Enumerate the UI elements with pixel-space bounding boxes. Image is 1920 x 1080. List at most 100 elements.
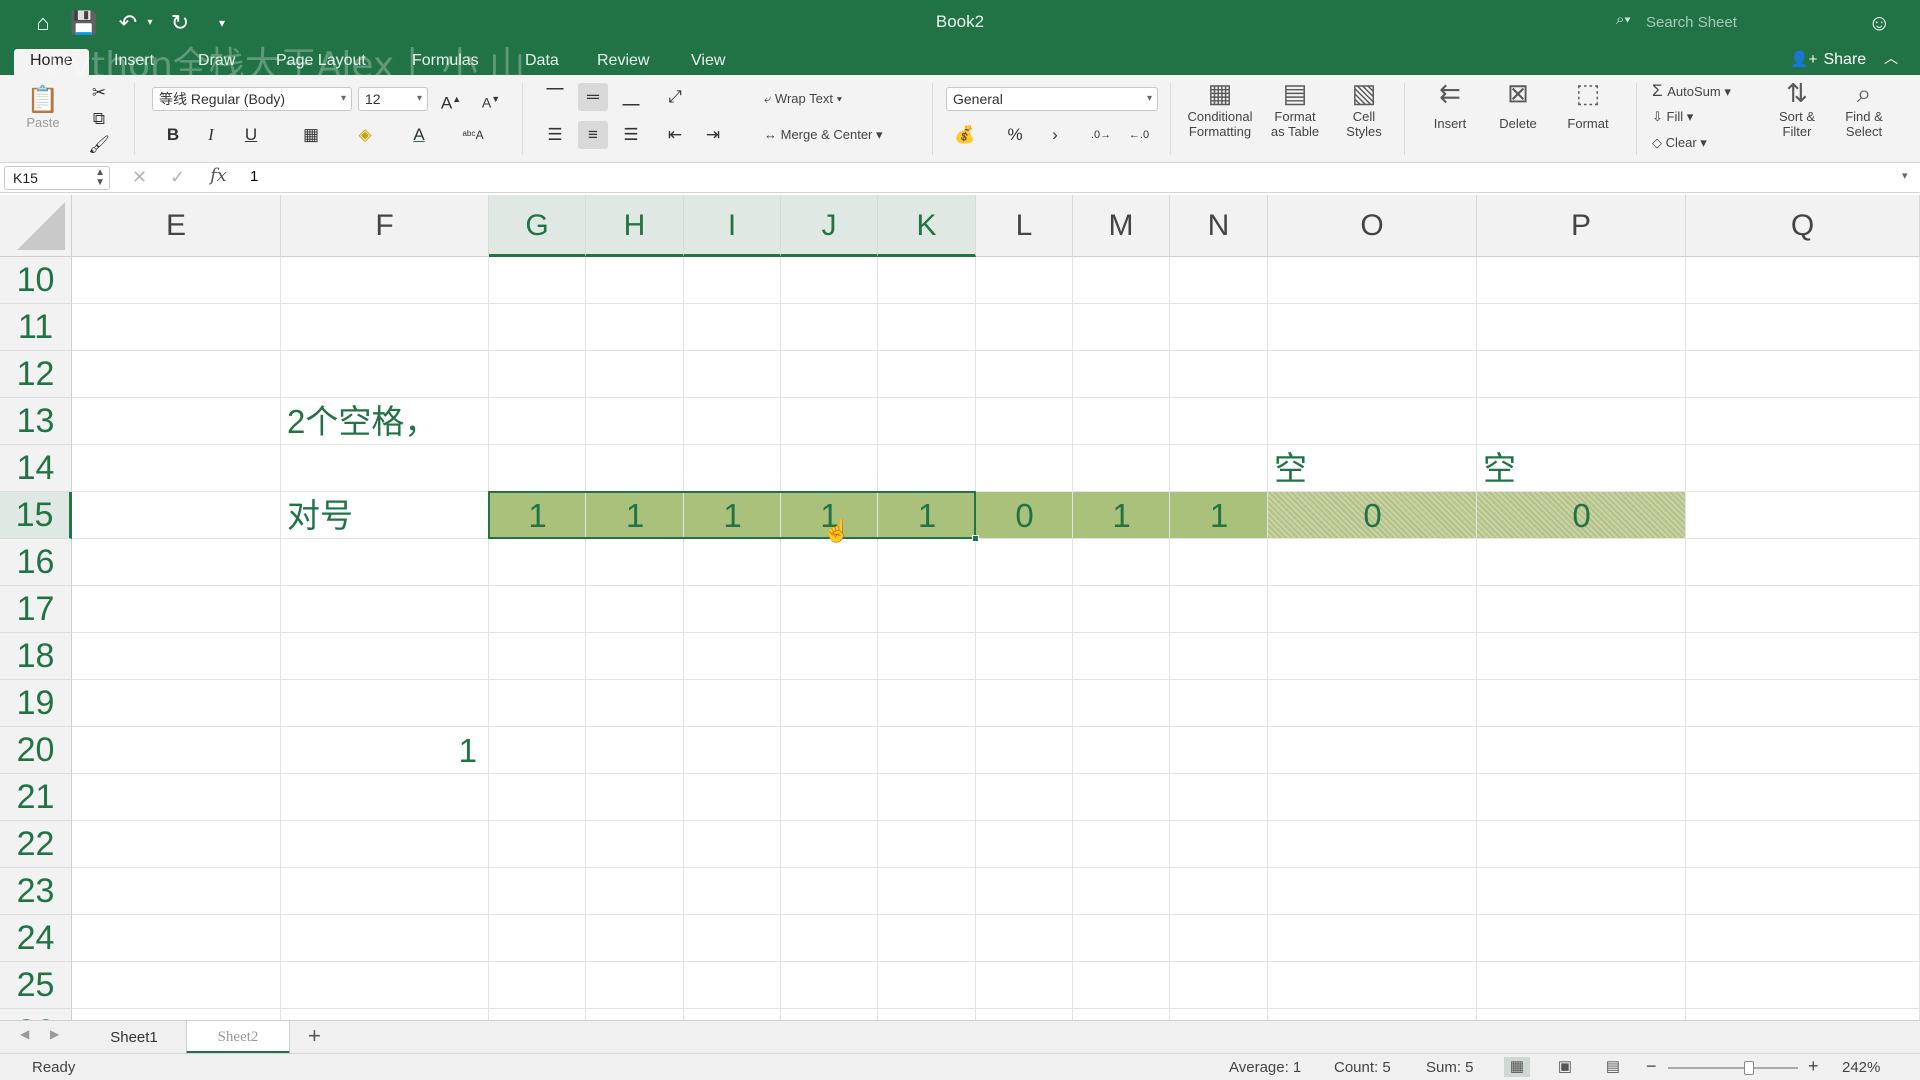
search-sheet-field[interactable]: ⌕▾ Search Sheet [1614,11,1814,34]
number-format-select[interactable]: General ▾ [946,87,1158,111]
worksheet-grid[interactable]: EFGHIJKLMNOPQ 10 11 12 13 14 15 16 17 18 19 20 21 22… [0,195,1920,1020]
feedback-smiley-icon[interactable]: ☺ [1868,10,1894,36]
align-right-icon[interactable]: ☰ [616,121,646,149]
select-all-button[interactable] [0,195,72,257]
cell-p14[interactable]: 空 [1483,445,1516,492]
bold-button[interactable]: B [158,121,188,149]
row-header-10[interactable]: 10 [0,257,72,304]
align-top-icon[interactable]: ⎺ [540,83,570,111]
share-button[interactable]: 👤+ Share [1790,50,1866,69]
phonetic-guide-icon[interactable]: ᵃᵇᶜA [458,121,488,149]
column-header-h[interactable]: H [586,195,684,257]
next-sheet-icon[interactable]: ▶ [50,1027,59,1041]
decrease-decimal-icon[interactable]: ←.0 [1124,121,1154,149]
sort-filter-button[interactable]: ⇅ Sort & Filter [1770,77,1824,139]
column-header-p[interactable]: P [1477,195,1686,257]
cell-m15[interactable]: 1 [1073,492,1170,539]
increase-indent-icon[interactable]: ⇥ [698,121,728,149]
formula-input[interactable] [250,168,1850,185]
tab-insert[interactable]: Insert [114,50,154,75]
font-size-select[interactable]: 12 ▾ [358,87,428,111]
align-left-icon[interactable]: ☰ [540,121,570,149]
insert-function-icon[interactable]: fx [210,165,227,186]
column-header-g[interactable]: G [489,195,586,257]
format-cells-button[interactable]: ⬚ Format [1556,77,1620,139]
tab-formulas[interactable]: Formulas [412,50,479,75]
cell-styles-button[interactable]: ▧ Cell Styles [1334,77,1394,139]
tab-draw[interactable]: Draw [198,50,235,75]
tab-review[interactable]: Review [597,50,649,75]
sheet-tab-sheet2[interactable]: Sheet2 [186,1021,290,1054]
name-box[interactable]: K15 ▲ ▼ [4,166,110,190]
underline-button[interactable]: U [236,121,266,149]
clear-button[interactable]: ◇ Clear ▾ [1652,135,1707,151]
column-header-j[interactable]: J [781,195,878,257]
sheet-tab-sheet1[interactable]: Sheet1 [86,1021,182,1054]
column-header-n[interactable]: N [1170,195,1268,257]
row-header-19[interactable]: 19 [0,680,72,727]
insert-cells-button[interactable]: ⇇ Insert [1418,77,1482,139]
row-header-12[interactable]: 12 [0,351,72,398]
cell-o15[interactable]: 0 [1268,492,1477,539]
prev-sheet-icon[interactable]: ◀ [20,1027,29,1041]
conditional-formatting-button[interactable]: ▦ Conditional Formatting [1180,77,1260,139]
row-header-22[interactable]: 22 [0,821,72,868]
merge-center-button[interactable]: ↔ Merge & Center ▾ [764,127,883,143]
cell-f13[interactable]: 2个空格， [287,398,437,445]
fill-button[interactable]: ⇩ Fill ▾ [1652,109,1693,125]
column-header-k[interactable]: K [878,195,976,257]
cancel-entry-icon[interactable]: ✕ [132,167,147,188]
cell-o14[interactable]: 空 [1274,445,1307,492]
row-header-17[interactable]: 17 [0,586,72,633]
fill-handle[interactable] [972,535,979,542]
row-header-18[interactable]: 18 [0,633,72,680]
increase-font-size-icon[interactable]: A▲ [436,85,466,113]
cell-n15[interactable]: 1 [1170,492,1268,539]
row-header-26[interactable]: 26 [0,1009,72,1020]
autosum-button[interactable]: Σ AutoSum ▾ [1652,81,1731,101]
row-header-13[interactable]: 13 [0,398,72,445]
confirm-entry-icon[interactable]: ✓ [170,167,185,188]
cell-l15[interactable]: 0 [976,492,1073,539]
wrap-text-button[interactable]: ⤶ Wrap Text ▾ [764,91,842,107]
text-orientation-icon[interactable]: ⤢ [660,83,690,111]
format-painter-icon[interactable]: 🖌 [84,131,114,159]
tab-data[interactable]: Data [525,50,559,75]
cell-f20[interactable]: 1 [281,727,477,774]
percent-style-icon[interactable]: % [1000,121,1030,149]
font-color-icon[interactable]: A [404,121,434,149]
decrease-font-size-icon[interactable]: A▼ [476,85,506,113]
tab-home[interactable]: Home [14,49,89,75]
zoom-slider[interactable] [1668,1061,1798,1075]
column-header-m[interactable]: M [1073,195,1170,257]
row-header-25[interactable]: 25 [0,962,72,1009]
zoom-level[interactable]: 242% [1842,1059,1880,1076]
row-header-15[interactable]: 15 [0,492,72,539]
selection-range[interactable] [488,491,979,542]
zoom-slider-thumb[interactable] [1743,1061,1754,1075]
row-header-24[interactable]: 24 [0,915,72,962]
zoom-in-icon[interactable]: + [1808,1056,1819,1077]
row-header-20[interactable]: 20 [0,727,72,774]
column-header-l[interactable]: L [976,195,1073,257]
column-header-q[interactable]: Q [1686,195,1920,257]
align-center-icon[interactable]: ≡ [578,121,608,149]
format-as-table-button[interactable]: ▤ Format as Table [1264,77,1326,139]
increase-decimal-icon[interactable]: .0→ [1086,121,1116,149]
zoom-out-icon[interactable]: − [1646,1056,1657,1077]
page-break-view-icon[interactable]: ▤ [1600,1057,1626,1077]
cut-icon[interactable]: ✂ [84,79,114,107]
tab-page-layout[interactable]: Page Layout [276,50,366,75]
borders-icon[interactable]: ▦ [296,121,326,149]
fill-color-icon[interactable]: ◈ [350,121,380,149]
find-select-button[interactable]: ⌕ Find & Select [1836,77,1892,139]
add-sheet-icon[interactable]: + [308,1023,321,1049]
column-header-i[interactable]: I [684,195,781,257]
row-header-11[interactable]: 11 [0,304,72,351]
name-box-spinner-icon[interactable]: ▲ ▼ [95,168,105,188]
comma-style-icon[interactable]: › [1040,121,1070,149]
delete-cells-button[interactable]: ⊠ Delete [1486,77,1550,139]
page-layout-view-icon[interactable]: ▣ [1552,1057,1578,1077]
paste-button[interactable]: 📋 Paste [18,83,68,130]
align-bottom-icon[interactable]: ⎽ [616,83,646,111]
